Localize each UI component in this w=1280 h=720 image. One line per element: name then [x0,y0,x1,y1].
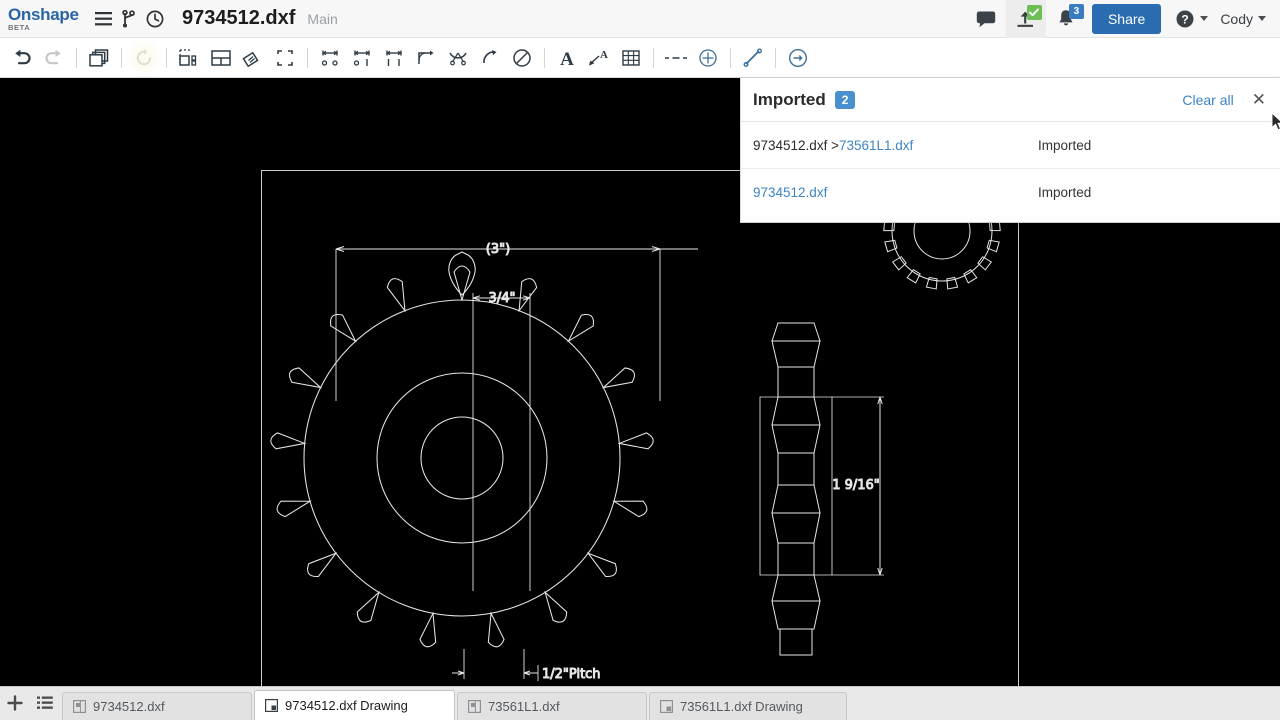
help-icon: ? [1176,10,1194,27]
tab-73561l1-dxf[interactable]: 73561L1.dxf [457,692,647,720]
part-studio-icon [73,700,86,713]
export-icon[interactable] [782,41,814,75]
undo-icon[interactable] [6,41,38,75]
upload-icon[interactable] [1005,0,1046,38]
section-view-icon[interactable] [205,41,237,75]
notification-file-link[interactable]: 73561L1.dxf [839,138,913,153]
dim-overall-label: (3") [486,242,510,257]
app-header: Onshape BETA 9734512.dxf Main 3 Share ? … [0,0,1280,38]
plus-icon[interactable] [0,686,30,720]
drawing-icon [660,700,673,713]
tab-label: 73561L1.dxf Drawing [680,699,803,714]
hamburger-icon[interactable] [90,4,116,34]
crop-view-icon[interactable] [269,41,301,75]
dimension-hub-width [472,293,531,591]
notification-file-link[interactable]: 9734512.dxf [753,185,827,200]
toolbar-divider [653,47,654,68]
imported-notifications-panel: Imported 2 Clear all ✕ 9734512.dxf > 735… [740,78,1280,223]
notification-path-prefix: 9734512.dxf > [753,137,839,153]
header-right-group: 3 Share ? Cody [966,0,1280,38]
dimension-radial-icon[interactable] [442,41,474,75]
clock-history-icon[interactable] [142,4,168,34]
tab-9734512-dxf[interactable]: 9734512.dxf [62,692,252,720]
dim-thickness-label: 1 9/16" [832,478,880,493]
text-note-icon[interactable]: A [551,41,583,75]
tab-list-icon[interactable] [30,686,60,720]
toolbar-divider [730,47,731,68]
drawing-sheet: (3") 3/4" 1/2"Pitch 1 9/16" [261,170,1019,686]
dimension-horizontal-icon[interactable] [346,41,378,75]
toolbar-divider [544,47,545,68]
chevron-down-icon [1258,16,1266,21]
onshape-app-window: Onshape BETA 9734512.dxf Main 3 Share ? … [0,0,1280,720]
tab-label: 73561L1.dxf [488,699,560,714]
notification-status: Imported [1038,185,1092,200]
line-tool-icon[interactable] [737,41,769,75]
drawing-icon [265,699,278,712]
notifications-header: Imported 2 Clear all ✕ [741,78,1280,122]
clear-all-button[interactable]: Clear all [1182,92,1233,108]
page-title: 9734512.dxf [182,7,296,29]
tab-bar: 9734512.dxf 9734512.dxf Drawing 73561L1.… [0,686,1280,720]
user-menu[interactable]: Cody [1214,0,1272,38]
tab-9734512-dxf-drawing[interactable]: 9734512.dxf Drawing [254,690,455,720]
checkmark-icon [1026,4,1042,20]
dimension-linear-icon[interactable] [314,41,346,75]
workspace-name: Main [307,10,338,27]
notification-row[interactable]: 9734512.dxf > 73561L1.dxf Imported [741,122,1280,169]
notifications-count-badge: 3 [1068,3,1084,19]
sprocket-side-view [759,322,833,656]
dimension-overall [335,246,698,401]
toolbar-divider [121,47,122,68]
tab-73561l1-dxf-drawing[interactable]: 73561L1.dxf Drawing [649,692,847,720]
bell-icon[interactable]: 3 [1046,0,1086,38]
logo-wordmark: Onshape [8,4,79,24]
notification-status: Imported [1038,137,1092,153]
rotate-view-icon[interactable] [128,40,160,75]
centerline-icon[interactable] [660,41,692,75]
redo-icon[interactable] [38,41,70,75]
comment-bubble-icon[interactable] [966,0,1006,38]
share-button[interactable]: Share [1091,3,1162,34]
help-menu[interactable]: ? [1169,0,1214,38]
close-icon[interactable]: ✕ [1252,91,1266,108]
toolbar-divider [307,47,308,68]
detail-view-icon[interactable] [237,41,269,75]
sheet-copy-icon[interactable] [83,41,115,75]
chevron-down-icon [1200,16,1209,21]
drawing-geometry: (3") 3/4" 1/2"Pitch 1 9/16" [270,172,1001,683]
dimension-diameter-icon[interactable] [506,41,538,75]
drawing-toolbar: A A [0,38,1280,78]
dimension-angular-icon[interactable] [410,41,442,75]
dimension-pitch [452,649,539,681]
onshape-logo[interactable]: Onshape BETA [8,6,80,32]
dim-hub-width-label: 3/4" [489,291,516,306]
sprocket-front-view [270,251,654,648]
svg-text:?: ? [1182,12,1189,26]
toolbar-divider [166,47,167,68]
dimension-vertical-icon[interactable] [378,41,410,75]
leader-note-icon[interactable]: A [583,41,615,75]
toolbar-divider [76,47,77,68]
notifications-title: Imported [753,89,826,109]
part-studio-icon [468,700,481,713]
svg-text:A: A [600,49,608,61]
toolbar-divider [775,47,776,68]
svg-text:A: A [560,49,574,68]
tab-label: 9734512.dxf Drawing [285,698,408,713]
notification-row[interactable]: 9734512.dxf Imported [741,169,1280,216]
center-mark-icon[interactable] [692,41,724,75]
user-menu-label: Cody [1220,10,1253,27]
dimension-arc-icon[interactable] [474,41,506,75]
table-icon[interactable] [615,41,647,75]
logo-beta-tag: BETA [8,22,31,32]
dim-pitch-label: 1/2"Pitch [542,667,601,682]
projected-view-icon[interactable] [173,41,205,75]
notifications-count: 2 [834,90,856,109]
branch-icon[interactable] [116,4,142,34]
tab-label: 9734512.dxf [93,699,165,714]
